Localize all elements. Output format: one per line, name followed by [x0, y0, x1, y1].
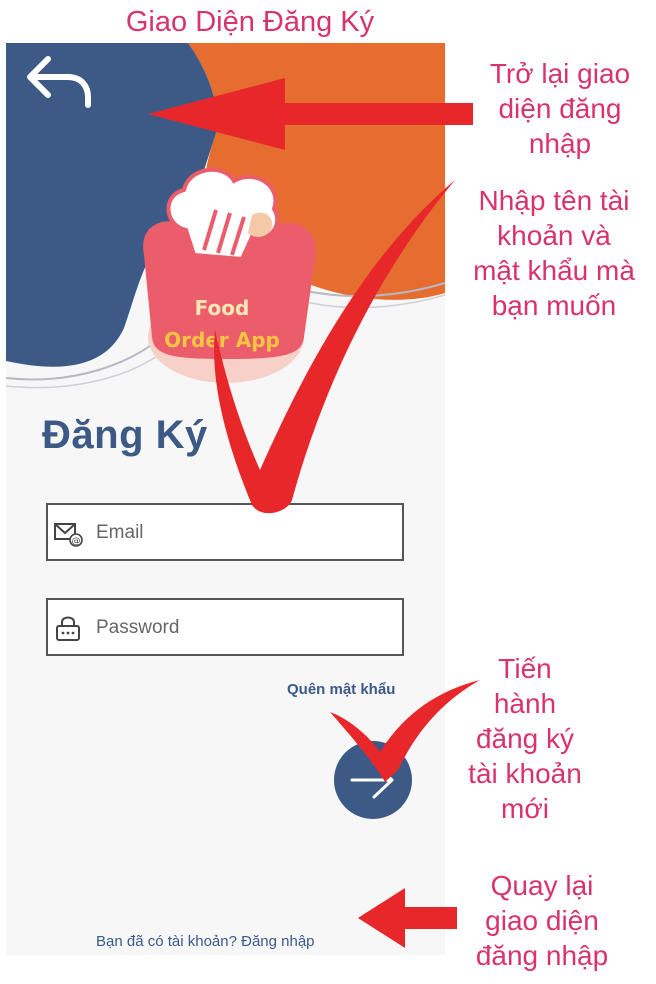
annotation-login: Quay lại giao diện đăng nhập — [475, 870, 609, 971]
email-input[interactable] — [94, 513, 398, 553]
logo-line1: Food — [195, 296, 250, 320]
app-logo: Food Order App — [134, 155, 324, 395]
page-title: Giao Diện Đăng Ký — [125, 6, 375, 38]
svg-text:@: @ — [72, 537, 81, 547]
arrow-right-icon — [350, 761, 394, 799]
email-field[interactable]: @ — [46, 503, 404, 561]
password-input[interactable] — [94, 608, 398, 648]
annotation-back: Trở lại giao diện đăng nhập — [489, 58, 631, 159]
annotation-input: Nhập tên tài khoản và mật khẩu mà bạn muốn — [473, 185, 635, 321]
logo-line2: Order App — [164, 328, 280, 352]
signup-screen: Food Order App Đăng Ký @ Quên mật khẩu B… — [6, 43, 445, 955]
back-button[interactable] — [24, 53, 96, 113]
back-arrow-icon — [27, 56, 91, 108]
forgot-password-link[interactable]: Quên mật khẩu — [287, 681, 395, 698]
mail-icon: @ — [54, 523, 83, 547]
password-field[interactable] — [46, 598, 404, 656]
annotation-submit: Tiến hành đăng ký tài khoản mới — [468, 653, 582, 824]
signup-heading: Đăng Ký — [42, 413, 208, 457]
lock-icon — [56, 616, 80, 641]
submit-button[interactable] — [334, 741, 412, 819]
login-link[interactable]: Bạn đã có tài khoản? Đăng nhập — [96, 933, 315, 950]
